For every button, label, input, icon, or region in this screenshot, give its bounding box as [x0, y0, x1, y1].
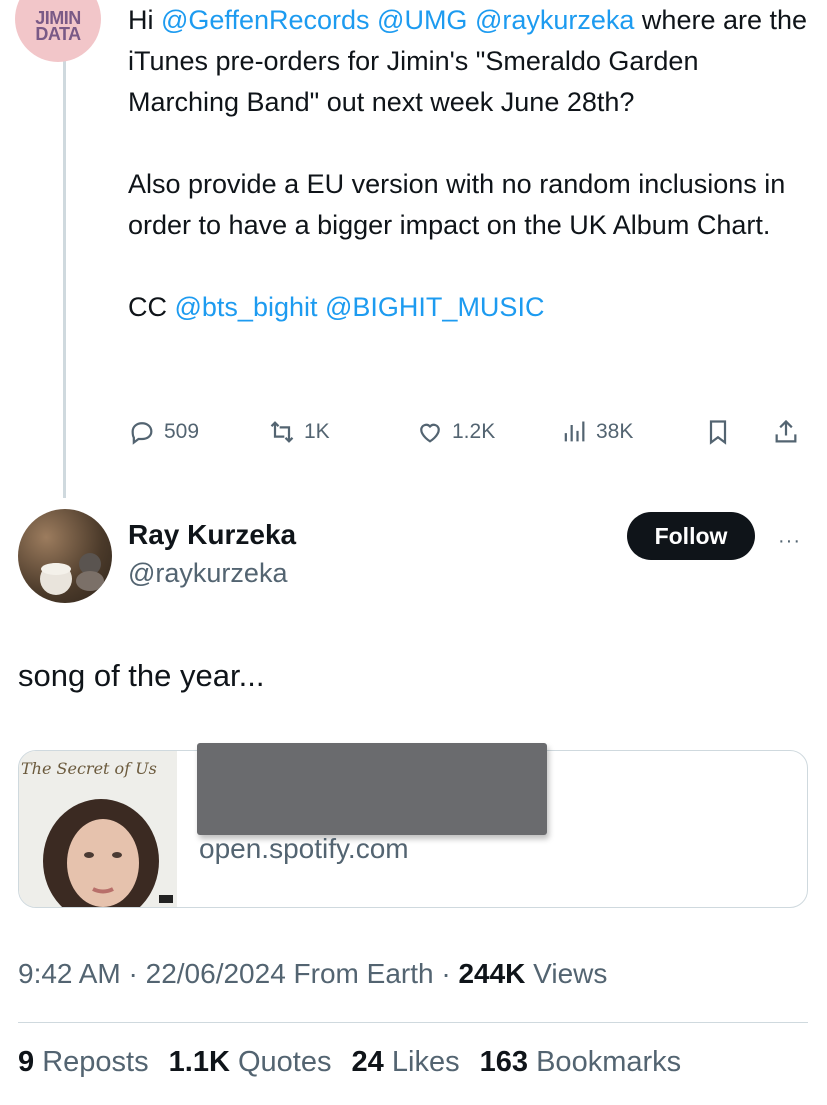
- stat-bookmarks[interactable]: 163 Bookmarks: [480, 1046, 682, 1078]
- redacted-card-title: [197, 743, 547, 835]
- reply-button[interactable]: 509: [128, 418, 199, 446]
- tweet-date[interactable]: 22/06/2024: [146, 958, 286, 989]
- heart-icon: [420, 423, 440, 443]
- like-button[interactable]: 1.2K: [416, 418, 495, 446]
- tweet-source: From Earth: [285, 958, 434, 989]
- repost-count: 1K: [304, 420, 330, 443]
- tweet-time[interactable]: 9:42 AM: [18, 958, 121, 989]
- engagement-stats: 9 Reposts 1.1K Quotes 24 Likes 163 Bookm…: [18, 1046, 693, 1079]
- thread-line: [63, 60, 66, 498]
- stat-likes[interactable]: 24 Likes: [352, 1046, 460, 1078]
- album-cover-portrait: [43, 799, 173, 907]
- views-chart-icon: [564, 421, 585, 442]
- tweet-action-bar: 509 1K 1.2K 38K: [128, 418, 808, 458]
- quoted-tweet-text: Hi @GeffenRecords @UMG @raykurzeka where…: [128, 0, 808, 328]
- bookmark-button[interactable]: [704, 418, 732, 446]
- more-options-icon[interactable]: ···: [778, 530, 801, 553]
- reply-count: 509: [164, 420, 200, 443]
- mention-link[interactable]: @bts_bighit: [175, 292, 318, 322]
- share-icon: [775, 419, 797, 443]
- album-cover-image: The Secret of Us: [19, 751, 177, 907]
- mention-link[interactable]: @GeffenRecords: [161, 5, 370, 35]
- stat-reposts[interactable]: 9 Reposts: [18, 1046, 149, 1078]
- tweet-paragraph-1: Hi @GeffenRecords @UMG @raykurzeka where…: [128, 5, 808, 117]
- user-avatar[interactable]: [18, 509, 112, 603]
- share-button[interactable]: [772, 418, 800, 446]
- stat-quotes[interactable]: 1.1K Quotes: [169, 1046, 332, 1078]
- reply-icon: [131, 422, 153, 445]
- user-handle[interactable]: @raykurzeka: [128, 558, 287, 589]
- jimin-data-avatar[interactable]: JIMIN DATA: [15, 0, 101, 62]
- views-total: 244K: [458, 958, 526, 989]
- tweet-paragraph-3: CC @bts_bighit @BIGHIT_MUSIC: [128, 292, 545, 322]
- mention-link[interactable]: @UMG: [377, 5, 467, 35]
- mention-link[interactable]: @raykurzeka: [475, 5, 634, 35]
- avatar-photo: [40, 553, 104, 595]
- divider: [18, 1022, 808, 1023]
- views-count: 38K: [596, 420, 634, 443]
- display-name[interactable]: Ray Kurzeka: [128, 519, 296, 551]
- bookmark-icon: [709, 420, 727, 445]
- link-domain[interactable]: open.spotify.com: [199, 833, 409, 865]
- mention-link[interactable]: @BIGHIT_MUSIC: [325, 292, 544, 322]
- tweet-paragraph-2: Also provide a EU version with no random…: [128, 169, 786, 240]
- tweet-meta: 9:42 AM · 22/06/2024 From Earth · 244K V…: [18, 958, 608, 989]
- repost-button[interactable]: 1K: [268, 418, 330, 446]
- repost-icon: [270, 421, 294, 443]
- avatar-logo: JIMIN DATA: [35, 8, 81, 44]
- views-button[interactable]: 38K: [560, 418, 633, 446]
- like-count: 1.2K: [452, 420, 496, 443]
- follow-button[interactable]: Follow: [627, 512, 755, 560]
- tweet-text: song of the year...: [18, 658, 265, 693]
- views-label: Views: [525, 958, 608, 989]
